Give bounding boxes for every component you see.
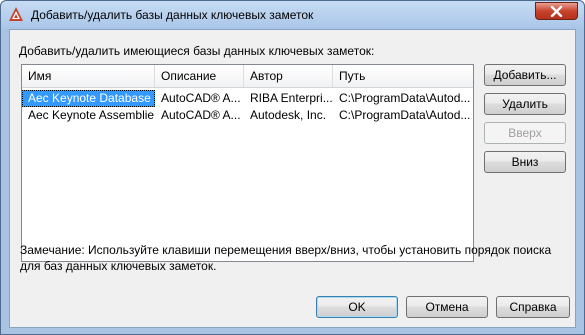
dialog-body: Добавить/удалить имеющиеся базы данных к…	[9, 29, 576, 328]
column-header-author[interactable]: Автор	[244, 65, 333, 87]
section-label: Добавить/удалить имеющиеся базы данных к…	[19, 44, 375, 58]
list-header: Имя Описание Автор Путь	[22, 65, 473, 88]
cell-path: C:\ProgramData\Autod...	[339, 91, 471, 105]
ok-button[interactable]: OK	[316, 296, 398, 318]
note-text: Замечание: Используйте клавиши перемещен…	[20, 243, 552, 273]
cell-description: AutoCAD® A...	[161, 108, 241, 122]
add-button[interactable]: Добавить...	[484, 64, 566, 86]
keynote-database-list[interactable]: Имя Описание Автор Путь Aec Keynote Data…	[21, 64, 474, 262]
remove-button[interactable]: Удалить	[484, 93, 566, 115]
title-bar[interactable]: Добавить/удалить базы данных ключевых за…	[1, 1, 584, 29]
cell-path: C:\ProgramData\Autod...	[339, 108, 471, 122]
column-header-name[interactable]: Имя	[22, 65, 155, 87]
close-icon	[550, 6, 563, 17]
autocad-logo-icon	[9, 7, 23, 21]
list-row[interactable]: Aec Keynote Assemblie... AutoCAD® A... A…	[22, 107, 473, 124]
cell-name: Aec Keynote Database ...	[22, 90, 155, 107]
list-row[interactable]: Aec Keynote Database ... AutoCAD® A... R…	[22, 90, 473, 107]
cancel-button[interactable]: Отмена	[406, 296, 488, 318]
cell-name: Aec Keynote Assemblie...	[28, 108, 155, 122]
move-down-button[interactable]: Вниз	[484, 151, 566, 173]
column-header-description[interactable]: Описание	[155, 65, 244, 87]
cell-description: AutoCAD® A...	[161, 91, 241, 105]
cell-author: RIBA Enterpri...	[250, 91, 333, 105]
close-button[interactable]	[535, 2, 578, 20]
window-title: Добавить/удалить базы данных ключевых за…	[31, 8, 314, 22]
cell-author: Autodesk, Inc.	[250, 108, 327, 122]
help-button[interactable]: Справка	[496, 296, 570, 318]
move-up-button[interactable]: Вверх	[484, 122, 566, 144]
dialog-window: Добавить/удалить базы данных ключевых за…	[0, 0, 585, 335]
column-header-path[interactable]: Путь	[333, 65, 473, 87]
